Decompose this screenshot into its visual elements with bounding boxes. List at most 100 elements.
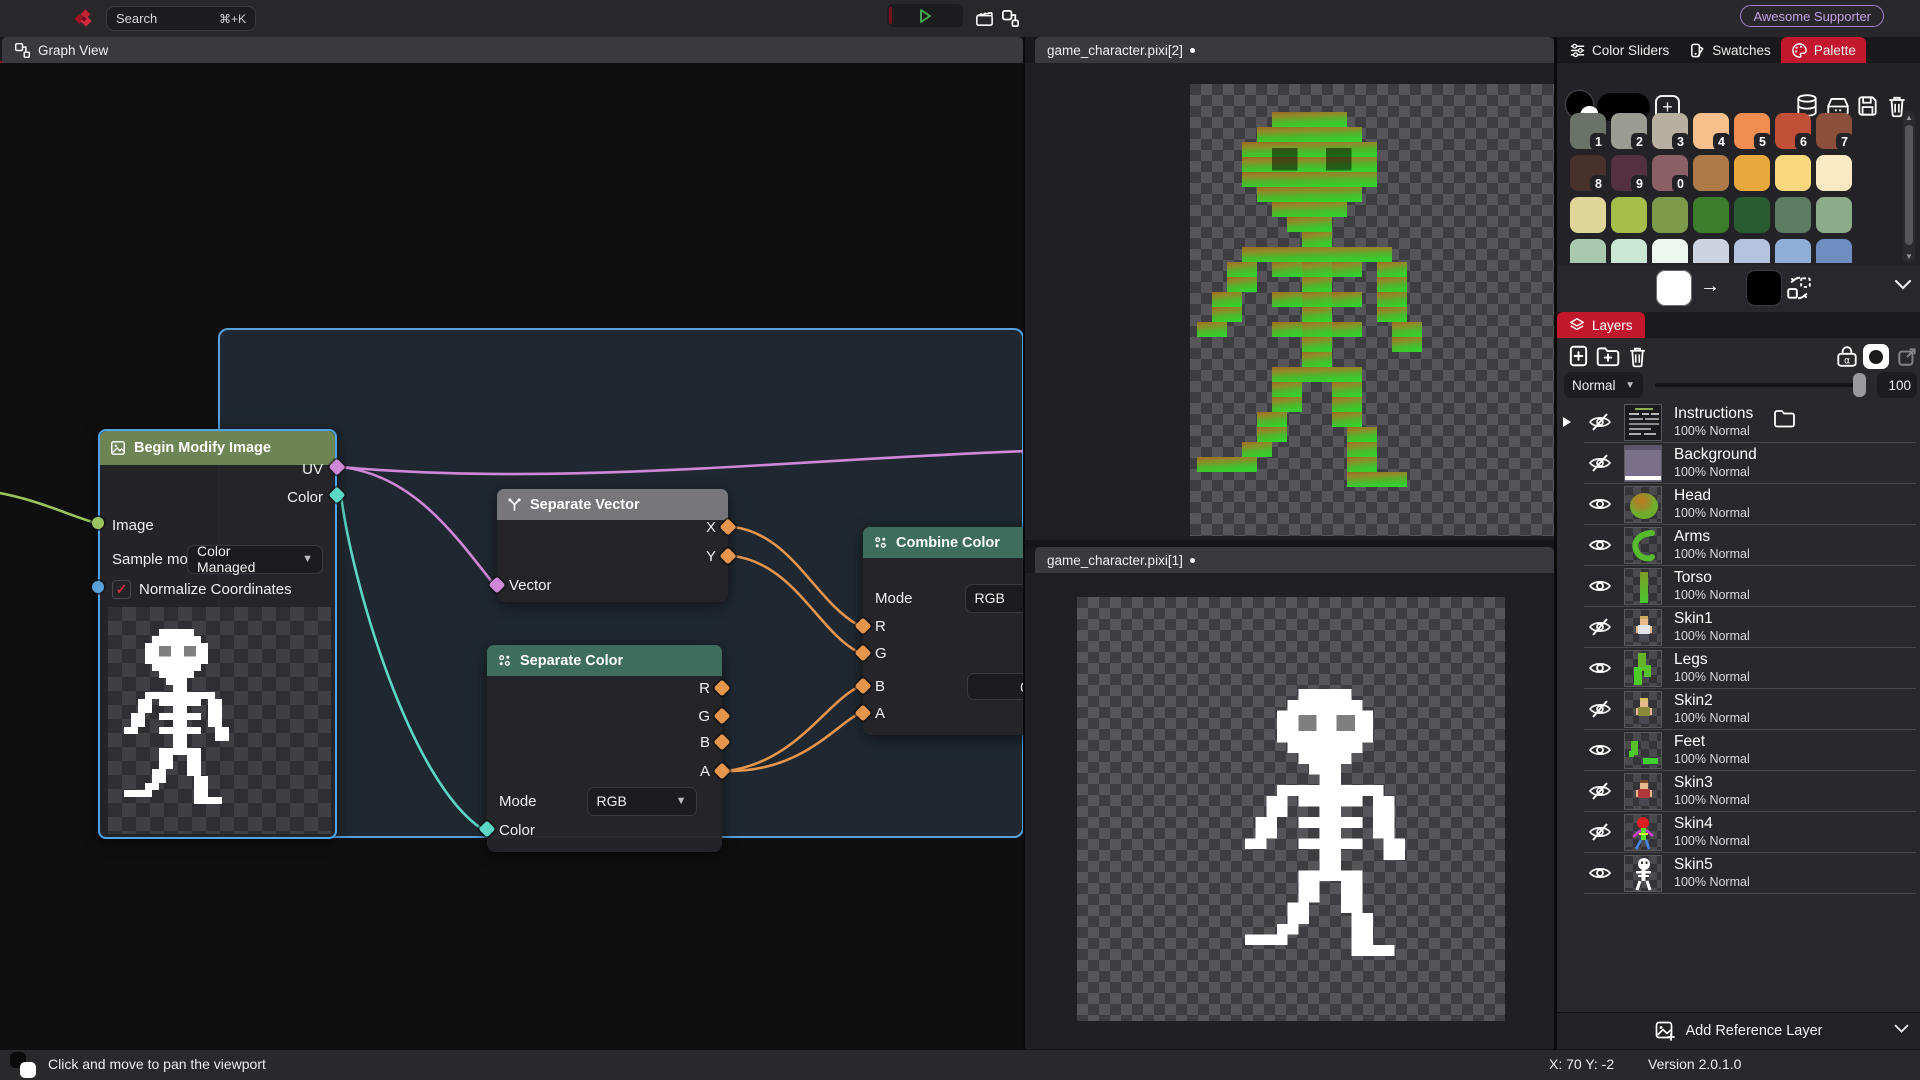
node-separate-color[interactable]: Separate Color R G B A Mode RGB ▼ Color (487, 645, 722, 852)
canvas-2[interactable] (1077, 597, 1505, 1021)
palette-swatch[interactable] (1816, 239, 1852, 263)
layer-visible-eye-icon[interactable] (1587, 574, 1613, 598)
save-palette-button[interactable] (1856, 94, 1879, 118)
palette-swatch[interactable]: 6 (1775, 113, 1811, 149)
opacity-slider[interactable] (1655, 383, 1859, 387)
palette-swatch[interactable]: 2 (1611, 113, 1647, 149)
normalize-checkbox[interactable]: ✓ (112, 580, 131, 599)
layer-thumbnail[interactable] (1624, 732, 1662, 769)
tab-file-1[interactable]: game_character.pixi[1] (1035, 547, 1554, 573)
node-wire[interactable] (0, 492, 96, 523)
palette-swatch[interactable] (1775, 155, 1811, 191)
layer-visible-eye-icon[interactable] (1587, 533, 1613, 557)
layer-thumbnail[interactable] (1624, 527, 1662, 564)
palette-swatch[interactable] (1693, 239, 1729, 263)
mask-view-button[interactable] (1863, 344, 1889, 369)
b-value-field[interactable]: 0 (967, 673, 1023, 700)
tab-graph-view[interactable]: Graph View (2, 37, 1023, 63)
palette-swatch[interactable]: 7 (1816, 113, 1852, 149)
expand-arrow-icon[interactable] (1563, 417, 1571, 427)
palette-swatch[interactable] (1652, 197, 1688, 233)
preview-viewport-2[interactable] (1025, 573, 1554, 1049)
app-logo-icon[interactable] (72, 7, 96, 31)
layer-thumbnail[interactable] (1624, 650, 1662, 687)
palette-swatch[interactable] (1816, 155, 1852, 191)
supporter-badge[interactable]: Awesome Supporter (1740, 5, 1884, 27)
palette-swatch[interactable] (1652, 239, 1688, 263)
palette-swatch[interactable]: 5 (1734, 113, 1770, 149)
node-wire[interactable] (341, 467, 492, 582)
from-color-swatch[interactable] (1656, 270, 1692, 306)
palette-swatch[interactable] (1570, 197, 1606, 233)
palette-swatch[interactable]: 3 (1652, 113, 1688, 149)
search-input[interactable]: Search ⌘+K (106, 6, 256, 31)
layer-visible-eye-icon[interactable] (1587, 656, 1613, 680)
layer-thumbnail[interactable] (1624, 855, 1662, 892)
opacity-value-field[interactable]: 100 (1877, 372, 1917, 398)
layer-row[interactable]: Skin4 100% Normal (1557, 812, 1920, 853)
node-header[interactable]: Separate Color (487, 645, 722, 676)
scrollbar-thumb[interactable] (1905, 125, 1913, 245)
layer-thumbnail[interactable] (1624, 814, 1662, 851)
layer-row[interactable]: Skin1 100% Normal (1557, 607, 1920, 648)
palette-swatch[interactable]: 1 (1570, 113, 1606, 149)
replace-color-button[interactable] (1785, 274, 1813, 302)
layer-row[interactable]: Head 100% Normal (1557, 484, 1920, 525)
layer-row[interactable]: Arms 100% Normal (1557, 525, 1920, 566)
scroll-down-icon[interactable]: ▼ (1903, 252, 1915, 261)
layer-row[interactable]: Feet 100% Normal (1557, 730, 1920, 771)
port-image-input[interactable] (92, 517, 104, 529)
layer-row[interactable]: Legs 100% Normal (1557, 648, 1920, 689)
layer-row[interactable]: Skin3 100% Normal (1557, 771, 1920, 812)
layer-row[interactable]: Instructions 100% Normal (1557, 402, 1920, 443)
layer-hidden-eye-icon[interactable] (1587, 410, 1613, 434)
node-separate-vector[interactable]: Separate Vector X Y Vector (497, 489, 728, 602)
mode-dropdown[interactable]: RGB ▼ (587, 787, 697, 816)
palette-swatch[interactable]: 4 (1693, 113, 1729, 149)
node-wire[interactable] (734, 527, 858, 625)
node-wire[interactable] (734, 556, 858, 652)
layer-hidden-eye-icon[interactable] (1587, 451, 1613, 475)
palette-swatch[interactable]: 8 (1570, 155, 1606, 191)
tab-swatches[interactable]: Swatches (1679, 37, 1781, 63)
palette-swatch[interactable] (1611, 197, 1647, 233)
to-color-swatch[interactable] (1746, 270, 1782, 306)
link-layer-button[interactable] (1896, 345, 1919, 368)
mode-dropdown[interactable]: RGB ▼ (965, 584, 1023, 613)
add-folder-button[interactable] (1595, 345, 1621, 368)
palette-swatch[interactable] (1611, 239, 1647, 263)
play-button[interactable] (887, 4, 963, 27)
palette-swatch[interactable] (1693, 155, 1729, 191)
palette-swatch[interactable] (1693, 197, 1729, 233)
layer-thumbnail[interactable] (1624, 404, 1662, 441)
layer-thumbnail[interactable] (1624, 691, 1662, 728)
preview-divider[interactable] (1025, 540, 1554, 547)
palette-swatch[interactable] (1734, 155, 1770, 191)
palette-swatch[interactable] (1775, 197, 1811, 233)
node-wire[interactable] (341, 495, 482, 829)
delete-layer-button[interactable] (1627, 345, 1648, 368)
palette-swatch[interactable] (1816, 197, 1852, 233)
layer-thumbnail[interactable] (1624, 773, 1662, 810)
graph-canvas[interactable]: Begin Modify Image UV Color Image Sample… (0, 63, 1023, 1049)
layer-row[interactable]: Background 100% Normal (1557, 443, 1920, 484)
animation-button[interactable] (972, 6, 996, 30)
layer-row[interactable]: Skin2 100% Normal (1557, 689, 1920, 730)
add-layer-button[interactable] (1567, 344, 1590, 368)
palette-swatch[interactable]: 0 (1652, 155, 1688, 191)
pan-tool-icon[interactable] (10, 1052, 38, 1080)
tab-color-sliders[interactable]: Color Sliders (1559, 37, 1679, 63)
palette-swatch[interactable] (1775, 239, 1811, 263)
layer-visible-eye-icon[interactable] (1587, 861, 1613, 885)
layer-hidden-eye-icon[interactable] (1587, 820, 1613, 844)
layer-thumbnail[interactable] (1624, 445, 1662, 482)
node-editor-button[interactable] (998, 6, 1022, 30)
layer-thumbnail[interactable] (1624, 568, 1662, 605)
layer-visible-eye-icon[interactable] (1587, 738, 1613, 762)
preview-viewport-1[interactable] (1025, 63, 1554, 540)
layer-hidden-eye-icon[interactable] (1587, 615, 1613, 639)
layer-visible-eye-icon[interactable] (1587, 492, 1613, 516)
palette-scrollbar[interactable]: ▲ ▼ (1903, 111, 1915, 263)
tab-palette[interactable]: Palette (1781, 37, 1866, 63)
node-wire[interactable] (341, 451, 1023, 474)
